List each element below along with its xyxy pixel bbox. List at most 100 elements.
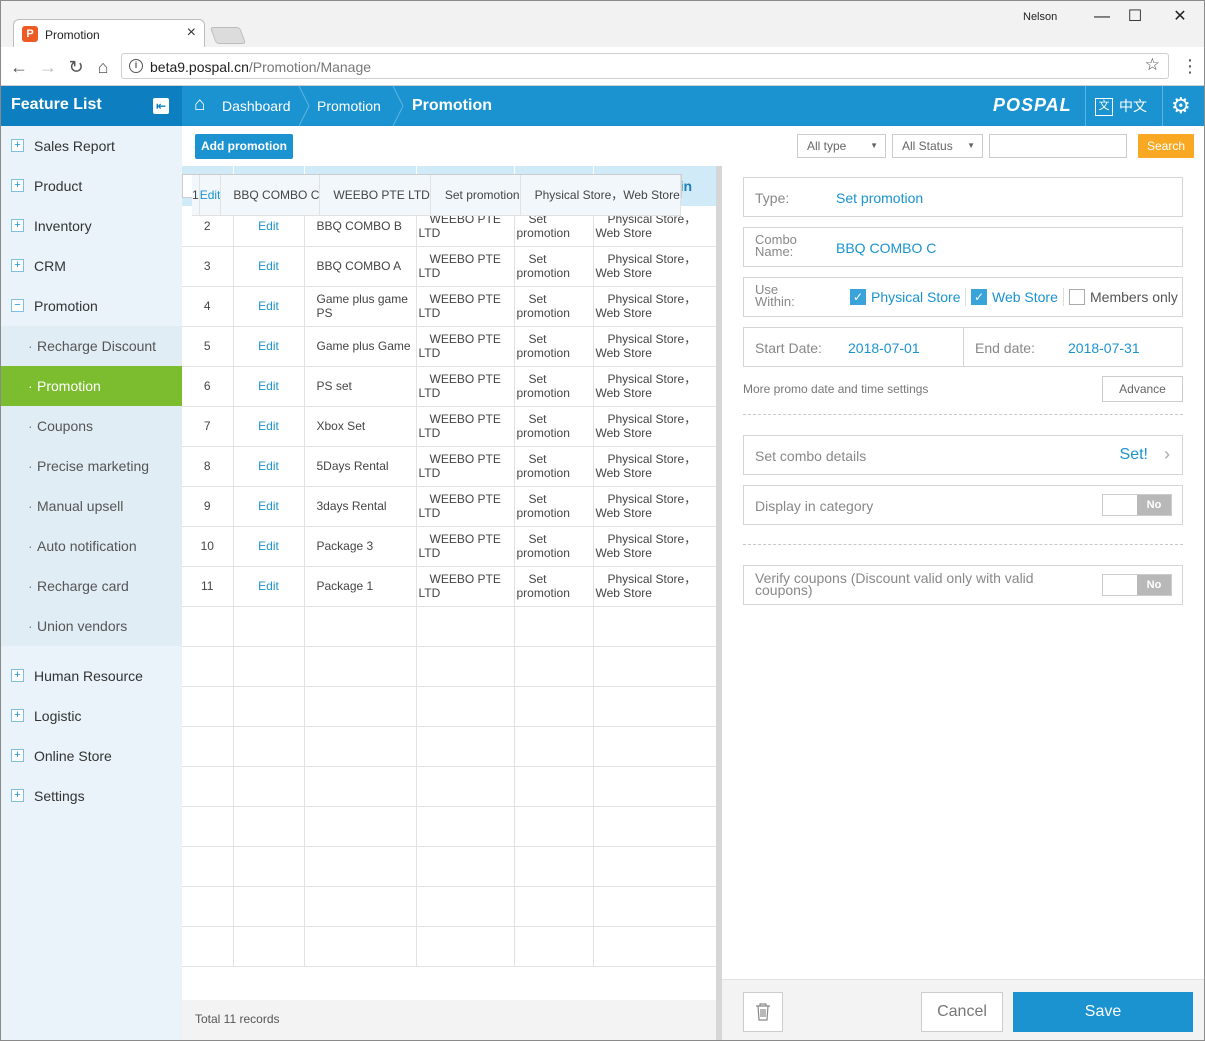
save-button[interactable]: Save xyxy=(1013,992,1193,1032)
maximize-button[interactable]: ☐ xyxy=(1120,5,1150,29)
edit-link[interactable]: Edit xyxy=(258,579,279,593)
edit-link[interactable]: Edit xyxy=(258,259,279,273)
end-date-value[interactable]: 2018-07-31 xyxy=(1068,340,1140,356)
empty-table-row xyxy=(182,726,720,767)
url-field[interactable]: i beta9.pospal.cn/Promotion/Manage ☆ xyxy=(121,53,1169,79)
profile-name[interactable]: Nelson xyxy=(1023,11,1057,23)
sidebar-item-product[interactable]: + Product xyxy=(1,166,182,206)
sidebar-item-sales-report[interactable]: + Sales Report xyxy=(1,126,182,166)
empty-cell xyxy=(233,606,305,647)
table-row[interactable]: 5 Edit Game plus Game WEEBO PTE LTD Set prom… xyxy=(182,326,720,367)
close-window-button[interactable]: ✕ xyxy=(1165,5,1195,29)
back-arrow-icon[interactable]: ← xyxy=(7,55,31,79)
forward-arrow-icon[interactable]: → xyxy=(36,55,60,79)
sidebar-subitem-recharge-card[interactable]: · Recharge card xyxy=(1,566,182,606)
type-filter-value: All type xyxy=(807,139,847,153)
home-icon[interactable]: ⌂ xyxy=(194,94,205,116)
type-filter-select[interactable]: All type ▼ xyxy=(797,134,886,158)
edit-link[interactable]: Edit xyxy=(258,299,279,313)
breadcrumb-promotion[interactable]: Promotion xyxy=(317,98,381,114)
delete-button[interactable] xyxy=(743,992,783,1032)
browser-tab[interactable]: P Promotion × xyxy=(13,19,205,47)
empty-cell xyxy=(233,726,305,767)
search-button[interactable]: Search xyxy=(1138,134,1194,158)
combo-name-field[interactable]: Combo Name: BBQ COMBO C xyxy=(743,227,1183,267)
chevron-right-icon: › xyxy=(1164,444,1170,464)
table-row[interactable]: 10 Edit Package 3 WEEBO PTE LTD Set promotio… xyxy=(182,526,720,567)
sidebar-item-logistic[interactable]: + Logistic xyxy=(1,696,182,736)
sidebar-item-crm[interactable]: + CRM xyxy=(1,246,182,286)
physical-store-label[interactable]: Physical Store xyxy=(871,289,960,305)
edit-link[interactable]: Edit xyxy=(258,539,279,553)
advance-button[interactable]: Advance xyxy=(1102,376,1183,402)
sidebar-subitem-precise-marketing[interactable]: · Precise marketing xyxy=(1,446,182,486)
table-row[interactable]: 9 Edit 3days Rental WEEBO PTE LTD Set promot… xyxy=(182,486,720,527)
sidebar-subitem-recharge-discount[interactable]: · Recharge Discount xyxy=(1,326,182,366)
physical-store-checkbox[interactable]: ✓ xyxy=(850,289,866,305)
language-switch[interactable]: 文中文 xyxy=(1095,96,1147,117)
cell-no: 9 xyxy=(182,486,234,527)
minimize-button[interactable]: — xyxy=(1087,5,1117,29)
toggle-state: No xyxy=(1137,495,1171,515)
end-date-field[interactable]: End date: 2018-07-31 xyxy=(963,327,1183,367)
browser-menu-icon[interactable]: ⋮ xyxy=(1181,56,1199,77)
empty-cell xyxy=(233,766,305,807)
set-combo-details-row[interactable]: Set combo details Set! › xyxy=(743,435,1183,475)
breadcrumb-dashboard[interactable]: Dashboard xyxy=(222,98,291,114)
home-icon[interactable]: ⌂ xyxy=(91,55,115,79)
sidebar-subitem-union-vendors[interactable]: · Union vendors xyxy=(1,606,182,646)
reload-icon[interactable]: ↻ xyxy=(64,55,88,79)
members-only-checkbox[interactable] xyxy=(1069,289,1085,305)
members-only-label[interactable]: Members only xyxy=(1090,289,1178,305)
edit-link[interactable]: Edit xyxy=(258,419,279,433)
edit-link[interactable]: Edit xyxy=(200,188,220,202)
title-bar: P Promotion × Nelson — ☐ ✕ xyxy=(1,1,1204,47)
sidebar-item-label: Coupons xyxy=(37,418,94,434)
sidebar-item-online-store[interactable]: + Online Store xyxy=(1,736,182,776)
combo-name-input[interactable]: BBQ COMBO C xyxy=(836,240,936,256)
table-row[interactable]: 3 Edit BBQ COMBO A WEEBO PTE LTD Set promoti… xyxy=(182,246,720,287)
sidebar-subitem-promotion[interactable]: · Promotion xyxy=(1,366,182,406)
sidebar-item-inventory[interactable]: + Inventory xyxy=(1,206,182,246)
sidebar-item-human-resource[interactable]: + Human Resource xyxy=(1,656,182,696)
edit-link[interactable]: Edit xyxy=(258,219,279,233)
table-row[interactable]: 6 Edit PS set WEEBO PTE LTD Set promotion Phy… xyxy=(182,366,720,407)
new-tab-button[interactable] xyxy=(209,27,247,44)
sidebar-item-label: Settings xyxy=(34,788,85,804)
sidebar-item-promotion[interactable]: − Promotion xyxy=(1,286,182,326)
empty-cell xyxy=(304,606,417,647)
sidebar-subitem-auto-notification[interactable]: · Auto notification xyxy=(1,526,182,566)
add-promotion-button[interactable]: Add promotion xyxy=(195,134,293,159)
info-icon[interactable]: i xyxy=(129,59,143,73)
start-date-value[interactable]: 2018-07-01 xyxy=(848,340,920,356)
search-input[interactable] xyxy=(989,134,1127,158)
tab-close-icon[interactable]: × xyxy=(187,24,196,42)
edit-link[interactable]: Edit xyxy=(258,339,279,353)
sidebar-item-settings[interactable]: + Settings xyxy=(1,776,182,816)
start-date-field[interactable]: Start Date: 2018-07-01 xyxy=(743,327,964,367)
edit-link[interactable]: Edit xyxy=(258,499,279,513)
web-store-label[interactable]: Web Store xyxy=(992,289,1058,305)
table-row[interactable]: 8 Edit 5Days Rental WEEBO PTE LTD Set promot… xyxy=(182,446,720,487)
combo-name-label: Combo Name: xyxy=(755,233,797,258)
sidebar-item-label: Product xyxy=(34,178,83,194)
edit-link[interactable]: Edit xyxy=(258,459,279,473)
web-store-checkbox[interactable]: ✓ xyxy=(971,289,987,305)
collapse-sidebar-icon[interactable]: ⇤ xyxy=(153,98,169,114)
gear-icon[interactable]: ⚙ xyxy=(1171,93,1191,119)
table-row[interactable]: 11 Edit Package 1 WEEBO PTE LTD Set promotio… xyxy=(182,566,720,607)
sidebar-item-label: Online Store xyxy=(34,748,112,764)
bookmark-star-icon[interactable]: ☆ xyxy=(1145,55,1160,75)
sidebar-subitem-manual-upsell[interactable]: · Manual upsell xyxy=(1,486,182,526)
status-filter-select[interactable]: All Status ▼ xyxy=(892,134,983,158)
set-link[interactable]: Set! xyxy=(1120,446,1148,464)
cancel-button[interactable]: Cancel xyxy=(921,992,1003,1032)
edit-link[interactable]: Edit xyxy=(258,379,279,393)
table-row[interactable]: 1 Edit BBQ COMBO C WEEBO PTE LTD Set promoti… xyxy=(182,174,682,216)
sidebar-subitem-coupons[interactable]: · Coupons xyxy=(1,406,182,446)
table-row[interactable]: 4 Edit Game plus game PS WEEBO PTE LTD Set p… xyxy=(182,286,720,327)
cell-action: Edit xyxy=(233,286,305,327)
table-row[interactable]: 7 Edit Xbox Set WEEBO PTE LTD Set promotion P… xyxy=(182,406,720,447)
display-category-toggle[interactable]: No xyxy=(1102,494,1172,516)
verify-coupons-toggle[interactable]: No xyxy=(1102,574,1172,596)
